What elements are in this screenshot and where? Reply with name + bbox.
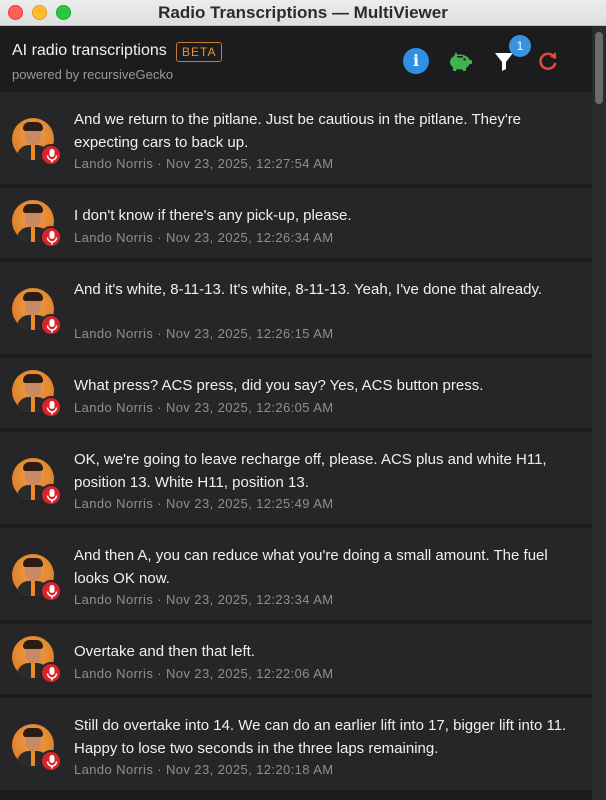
powered-by-label: powered by recursiveGecko [12,67,174,82]
transcription-text: I don't know if there's any pick-up, ple… [74,207,352,224]
filter-count-badge: 1 [509,35,531,57]
app-header: AI radio transcriptions BETA powered by … [0,26,592,92]
refresh-icon[interactable] [535,48,561,74]
list-item[interactable]: And then A, you can reduce what you're d… [0,528,592,620]
list-item[interactable]: And we return to the pitlane. Just be ca… [0,92,592,184]
list-item[interactable]: And it's white, 8-11-13. It's white, 8-1… [0,262,592,354]
list-item[interactable]: OK, we're going to leave recharge off, p… [0,432,592,524]
transcription-meta: Lando Norris · Nov 23, 2025, 12:27:54 AM [74,156,334,171]
transcription-meta: Lando Norris · Nov 23, 2025, 12:20:18 AM [74,762,334,777]
microphone-icon [40,484,62,506]
title-bar: Radio Transcriptions — MultiViewer [0,0,606,26]
transcription-list[interactable]: And we return to the pitlane. Just be ca… [0,92,592,800]
scrollbar-thumb[interactable] [595,32,603,104]
microphone-icon [40,580,62,602]
microphone-icon [40,226,62,248]
page-title: AI radio transcriptions [12,42,167,59]
microphone-icon [40,662,62,684]
transcription-meta: Lando Norris · Nov 23, 2025, 12:26:05 AM [74,400,334,415]
transcription-text: And we return to the pitlane. Just be ca… [74,111,522,151]
transcription-text: Still do overtake into 14. We can do an … [74,717,567,757]
microphone-icon [40,750,62,772]
microphone-icon [40,396,62,418]
transcription-meta: Lando Norris · Nov 23, 2025, 12:23:34 AM [74,592,334,607]
window-title: Radio Transcriptions — MultiViewer [158,3,448,22]
microphone-icon [40,314,62,336]
transcription-meta: Lando Norris · Nov 23, 2025, 12:22:06 AM [74,666,334,681]
microphone-icon [40,144,62,166]
transcription-text: And then A, you can reduce what you're d… [74,547,548,587]
transcription-meta: Lando Norris · Nov 23, 2025, 12:26:34 AM [74,230,334,245]
list-item[interactable]: Overtake and then that left. Lando Norri… [0,624,592,694]
piggy-bank-icon[interactable] [447,48,473,74]
transcription-text: And it's white, 8-11-13. It's white, 8-1… [74,281,543,298]
transcription-meta: Lando Norris · Nov 23, 2025, 12:26:15 AM [74,326,334,341]
transcription-text: OK, we're going to leave recharge off, p… [74,451,547,491]
list-item[interactable]: Still do overtake into 14. We can do an … [0,698,592,790]
info-icon[interactable]: i [403,48,429,74]
transcription-text: Overtake and then that left. [74,643,255,660]
list-item[interactable]: I don't know if there's any pick-up, ple… [0,188,592,258]
list-item[interactable]: What press? ACS press, did you say? Yes,… [0,358,592,428]
transcription-meta: Lando Norris · Nov 23, 2025, 12:25:49 AM [74,496,334,511]
transcription-text: What press? ACS press, did you say? Yes,… [74,377,484,394]
beta-badge: BETA [176,42,223,62]
scrollbar[interactable] [592,26,606,800]
